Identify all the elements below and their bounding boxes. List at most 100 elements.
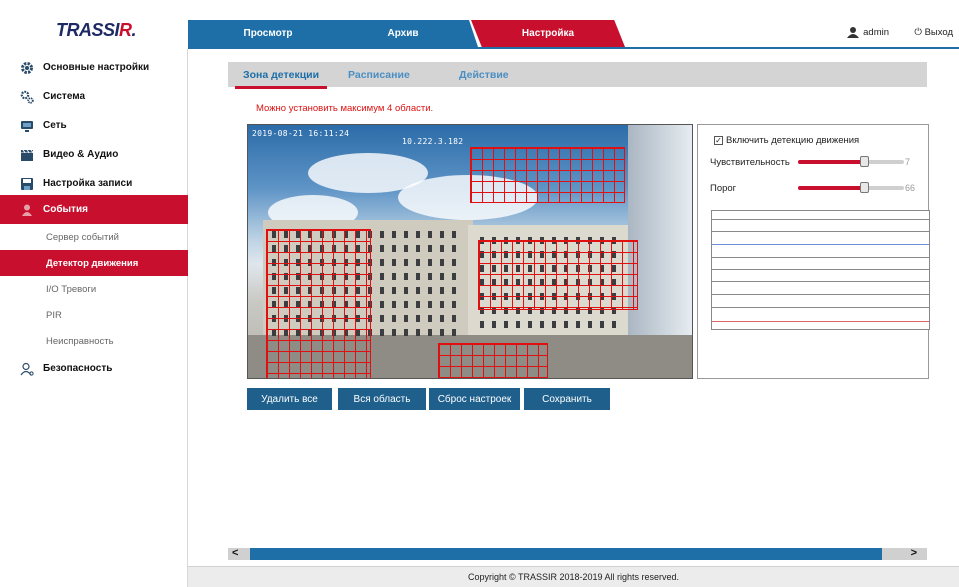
sensitivity-fill [798,160,864,164]
sidebar-subitem-pir[interactable]: PIR [0,302,188,328]
whole-area-label: Вся область [353,393,411,405]
subtab-action[interactable]: Действие [459,62,509,87]
threshold-slider-handle[interactable] [859,182,869,193]
sidebar-item-network[interactable]: Сеть [0,111,188,140]
building-window [428,329,432,336]
sidebar-subitem-malfunction[interactable]: Неисправность [0,328,188,354]
building-window [392,315,396,322]
sidebar-label: Настройка записи [43,178,133,189]
username: admin [863,27,889,38]
save-button[interactable]: Сохранить [524,388,610,410]
user-event-icon [20,203,34,217]
building-window [452,287,456,294]
building-window [600,321,604,328]
sidebar-subitem-motion-detector[interactable]: Детектор движения [0,250,188,276]
user-menu[interactable]: admin [847,27,889,38]
tab-archive-label: Архив [387,28,419,39]
sidebar-label: Система [43,91,86,102]
subtab-schedule[interactable]: Расписание [348,62,410,87]
logout-button[interactable]: ⏻ Выход [914,27,953,38]
scroll-left-icon[interactable]: < [232,547,238,559]
sidebar-label: Безопасность [43,363,113,374]
building-window [380,273,384,280]
threshold-label: Порог [710,183,737,194]
sidebar-item-system[interactable]: Система [0,82,188,111]
building-window [428,231,432,238]
building-window [440,259,444,266]
building-window [380,329,384,336]
sidebar-subitem-io-alarms[interactable]: I/O Тревоги [0,276,188,302]
sidebar-label: Видео & Аудио [43,149,119,160]
horizontal-scrollbar[interactable]: < > [228,547,927,560]
logout-label: Выход [924,27,953,38]
sidebar-sublabel: I/O Тревоги [46,283,97,295]
motion-settings-panel: ✓ Включить детекцию движения Чувствитель… [697,124,930,379]
building-window [380,301,384,308]
sidebar-item-security[interactable]: Безопасность [0,354,188,383]
building-window [428,259,432,266]
sidebar-item-video-audio[interactable]: Видео & Аудио [0,140,188,169]
detection-area-4[interactable] [438,343,548,378]
building-window [380,315,384,322]
enable-motion-checkbox[interactable]: ✓ Включить детекцию движения [714,135,859,146]
motion-level-graph [711,210,930,330]
whole-area-button[interactable]: Вся область [338,388,426,410]
sidebar-item-basic-settings[interactable]: Основные настройки [0,53,188,82]
graph-line [712,231,929,232]
tab-view[interactable]: Просмотр [188,20,348,47]
building-window [452,231,456,238]
enable-motion-label: Включить детекцию движения [726,135,860,146]
sensitivity-label: Чувствительность [710,157,790,168]
sidebar-subitem-event-server[interactable]: Сервер событий [0,224,188,250]
detection-area-3[interactable] [478,240,638,310]
building-window [404,315,408,322]
reset-settings-button[interactable]: Сброс настроек [429,388,520,410]
building-window [428,273,432,280]
subtab-detection-zone[interactable]: Зона детекции [234,62,328,89]
detection-area-2[interactable] [266,229,371,378]
osd-camera-label: 10.222.3.182 [402,137,464,146]
building-window [540,321,544,328]
graph-line [712,307,929,308]
floppy-icon [20,177,34,191]
building-window [416,315,420,322]
building-window [380,287,384,294]
sensitivity-slider-handle[interactable] [859,156,869,167]
sensitivity-value: 7 [905,157,911,167]
video-preview[interactable]: 2019-08-21 16:11:24 10.222.3.182 [247,124,693,379]
subtab-label: Расписание [348,68,410,81]
sensitivity-slider[interactable] [798,156,904,167]
graph-line [712,281,929,282]
building-window [404,301,408,308]
threshold-fill [798,186,864,190]
building-window [492,321,496,328]
building-window [440,329,444,336]
sidebar-sublabel: Неисправность [46,335,114,347]
building-window [416,231,420,238]
delete-all-button[interactable]: Удалить все [247,388,332,410]
building-window [428,301,432,308]
building-window [416,245,420,252]
detection-area-1[interactable] [470,147,625,203]
building-window [380,231,384,238]
building-window [452,245,456,252]
tab-settings[interactable]: Настройка [471,20,625,47]
gear-icon [20,61,34,75]
reset-settings-label: Сброс настроек [437,393,512,405]
sidebar-label: Основные настройки [43,62,150,73]
building-window [528,321,532,328]
threshold-value: 66 [905,183,916,193]
scrollbar-thumb[interactable] [250,548,882,560]
threshold-slider[interactable] [798,182,904,193]
building-window [452,301,456,308]
logo-dot: . [131,20,137,40]
graph-line [712,294,929,295]
sidebar-item-events[interactable]: События [0,195,188,224]
sidebar-item-recording[interactable]: Настройка записи [0,169,188,198]
building-window [440,315,444,322]
nav-underline [188,47,959,49]
max-areas-warning: Можно установить максимум 4 области. [256,103,434,114]
tab-archive[interactable]: Архив [328,20,478,47]
building-window [392,301,396,308]
scroll-right-icon[interactable]: > [911,547,917,559]
